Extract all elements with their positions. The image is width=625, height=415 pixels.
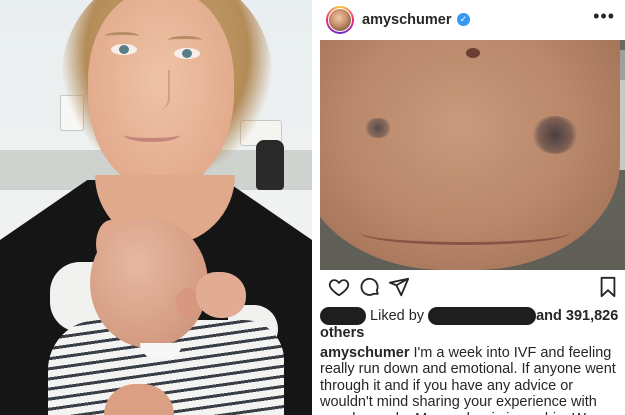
bruise-right [532,116,578,154]
post-header: amyschumer ✓ ••• [320,0,625,40]
comment-icon[interactable] [359,276,381,298]
likes-line: Liked by and 391,826 others [320,307,625,342]
bookmark-icon[interactable] [598,276,618,298]
c-section-scar [360,220,570,245]
left-eye [111,44,137,55]
left-photo [0,0,312,415]
likes-others[interactable]: others [320,325,364,341]
right-eye [174,48,200,59]
post-image[interactable] [320,40,625,270]
baby-head [90,218,208,348]
verified-badge-icon: ✓ [457,13,470,26]
redacted-username [428,307,537,325]
navel [466,48,480,58]
mouth [124,128,180,142]
liked-by-label: Liked by [370,307,425,324]
baby-ear [176,288,198,318]
avatar-story-ring[interactable] [326,6,354,34]
avatar[interactable] [328,8,352,32]
bruise-left [364,118,392,138]
baby-hand-right [196,272,246,318]
kettle [256,140,284,190]
redacted-avatars [320,307,366,325]
username[interactable]: amyschumer [362,12,451,28]
caption-author[interactable]: amyschumer [320,345,409,361]
more-options-icon[interactable]: ••• [593,6,615,27]
instagram-post: amyschumer ✓ ••• Liked by and 391,826 ot… [320,0,625,415]
nose [144,70,170,110]
likes-count[interactable]: and 391,826 [536,308,618,324]
right-eyebrow [168,36,202,44]
share-icon[interactable] [388,276,410,298]
action-bar [320,276,625,302]
heart-icon[interactable] [328,276,350,298]
caption: amyschumer I'm a week into IVF and feeli… [320,345,620,415]
left-eyebrow [105,32,139,40]
